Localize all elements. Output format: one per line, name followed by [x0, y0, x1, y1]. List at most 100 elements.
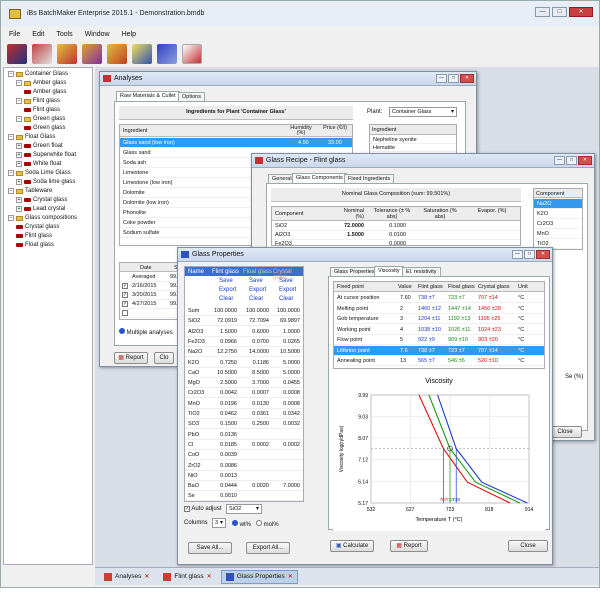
collapse-icon[interactable]: −	[16, 80, 22, 86]
table-row[interactable]: TiO2 0.0462 0.0361 0.0342	[185, 409, 303, 419]
auto-adjust-checkbox[interactable]: ✓ Auto adjust	[184, 506, 221, 512]
tree-node[interactable]: + Green float	[16, 143, 63, 149]
row-checkbox[interactable]	[122, 310, 128, 316]
table-row[interactable]: Melting point 2 1460 ±12 1447 ±14 1456 ±28 °C	[334, 304, 544, 314]
tree-node[interactable]: − Glass compositions	[8, 215, 77, 221]
table-row[interactable]: SiO2 72.0919 72.7094 69.9897	[185, 316, 303, 327]
report-button[interactable]: ▦ Report	[390, 540, 428, 552]
column-clear-link[interactable]: Clear	[249, 296, 263, 302]
table-row[interactable]: Working point 4 1038 ±10 1026 ±11 1024 ±23 °C	[334, 325, 544, 335]
tab-options[interactable]: Options	[178, 92, 205, 101]
table-row[interactable]: Na2O 12.2750 14.0000 10.5000	[185, 347, 303, 358]
table-row[interactable]: NiO 0.0013	[185, 471, 303, 481]
table-row[interactable]: At cursor position 7.60 738 ±7 723 ±7 707 ±1…	[334, 293, 544, 303]
taskbar-item[interactable]: Analyses ✕	[99, 570, 154, 584]
auto-adjust-select[interactable]: SiO2	[226, 504, 262, 514]
column-export-link[interactable]: Export	[219, 287, 236, 293]
tab-viscosity[interactable]: Viscosity	[374, 266, 404, 276]
row-checkbox[interactable]: ✓	[122, 301, 128, 307]
minimize-icon[interactable]: —	[512, 250, 523, 259]
row-checkbox[interactable]: ✓	[122, 283, 128, 289]
tree-node[interactable]: − Flint glass	[16, 98, 60, 104]
close-icon[interactable]: ✕	[578, 156, 592, 165]
tree-node[interactable]: Crystal glass	[16, 224, 59, 230]
close-button[interactable]: Clo	[154, 352, 174, 364]
menu-file[interactable]: File	[9, 31, 20, 38]
table-row[interactable]: MgO 2.5000 3.7000 0.0455	[185, 378, 303, 389]
menu-window[interactable]: Window	[85, 31, 110, 38]
save-all-button[interactable]: Save All...	[188, 542, 232, 554]
table-row[interactable]: BaO 0.0444 0.0020 7.0000	[185, 481, 303, 492]
table-row[interactable]: Annealing point 13 565 ±7 546 ±6 520 ±10 °C	[334, 356, 544, 366]
export-all-button[interactable]: Export All...	[246, 542, 290, 554]
tree-node[interactable]: + White float	[16, 161, 61, 167]
tab-el-resistivity[interactable]: El. resistivity	[402, 267, 441, 276]
menu-help[interactable]: Help	[122, 31, 136, 38]
calculator-icon[interactable]	[132, 44, 152, 64]
table-row[interactable]: Gob temperature 3 1204 ±11 1192 ±13 1195 ±25…	[334, 314, 544, 324]
tree-node[interactable]: − Green glass	[16, 116, 65, 122]
table-row[interactable]: CaO 10.5000 8.5000 5.0000	[185, 368, 303, 378]
taskbar-item[interactable]: Flint glass ✕	[158, 570, 216, 584]
table-row[interactable]: PbO 0.0136	[185, 430, 303, 440]
wt-radio[interactable]: wt%	[232, 520, 251, 528]
close-icon[interactable]: ✕	[460, 74, 474, 83]
minimize-icon[interactable]: —	[554, 156, 565, 165]
raw-materials-icon[interactable]	[57, 44, 77, 64]
expand-icon[interactable]: +	[16, 161, 22, 167]
column-save-link[interactable]: Save	[279, 278, 293, 284]
tree-node[interactable]: Flint glass	[16, 233, 52, 239]
tree-node[interactable]: + Superwhite float	[16, 152, 76, 158]
column-clear-link[interactable]: Clear	[219, 296, 233, 302]
column-export-link[interactable]: Export	[249, 287, 266, 293]
tree-node[interactable]: − Soda Lime Glass	[8, 170, 71, 176]
table-row[interactable]: Fe2O3 0.0000	[272, 240, 520, 245]
expand-icon[interactable]: +	[16, 179, 22, 185]
multiple-analyses-option[interactable]: Multiple analyses	[119, 328, 173, 336]
expand-icon[interactable]: +	[16, 143, 22, 149]
maximize-icon[interactable]: □	[552, 7, 567, 17]
expand-icon[interactable]: +	[16, 197, 22, 203]
expand-icon[interactable]: +	[16, 206, 22, 212]
tree-node[interactable]: − Container Glass	[8, 71, 68, 77]
list-item[interactable]: Cr2O3	[534, 219, 582, 229]
table-row[interactable]: Fe2O3 0.0966 0.0700 0.0265	[185, 337, 303, 347]
close-icon[interactable]: ✕	[288, 573, 293, 580]
table-row[interactable]: CoO 0.0039	[185, 450, 303, 461]
delete-icon[interactable]	[32, 44, 52, 64]
close-icon[interactable]: ✕	[569, 7, 593, 17]
tree-node[interactable]: Flint glass	[24, 107, 60, 113]
minimize-icon[interactable]: —	[436, 74, 447, 83]
close-icon[interactable]: ✕	[207, 573, 212, 580]
close-icon[interactable]: ✕	[536, 250, 550, 259]
column-save-link[interactable]: Save	[249, 278, 263, 284]
maximize-icon[interactable]: □	[448, 74, 459, 83]
close-icon[interactable]: ✕	[144, 573, 149, 580]
tab-raw-materials[interactable]: Raw Materials & Cullet	[116, 91, 180, 101]
list-item[interactable]: Na2O	[534, 199, 582, 209]
table-row[interactable]: Sum 100.0000 100.0000 100.0000	[185, 306, 303, 316]
close-button[interactable]: Close	[548, 426, 582, 438]
tab-fixed-ingredients[interactable]: Fixed Ingredients	[344, 174, 395, 183]
minimize-icon[interactable]: —	[535, 7, 550, 17]
menu-tools[interactable]: Tools	[56, 31, 72, 38]
batch-icon[interactable]	[107, 44, 127, 64]
table-row[interactable]: Flow point 5 922 ±9 909 ±10 903 ±20 °C	[334, 335, 544, 345]
table-row[interactable]: Glass sand (low iron) 4.50 33.00	[120, 138, 352, 148]
menu-edit[interactable]: Edit	[32, 31, 44, 38]
collapse-icon[interactable]: −	[8, 71, 14, 77]
new-database-icon[interactable]	[7, 44, 27, 64]
maximize-icon[interactable]: □	[566, 156, 577, 165]
close-button[interactable]: Close	[508, 540, 548, 552]
collapse-icon[interactable]: −	[16, 116, 22, 122]
properties-icon[interactable]	[157, 44, 177, 64]
table-row[interactable]: Al2O3 1.5000 0.6000 1.0000	[185, 327, 303, 337]
tab-glass-properties[interactable]: Glass Properties	[330, 267, 379, 276]
list-item[interactable]: Hematite	[370, 144, 456, 152]
list-item[interactable]: Nepheline syenite	[370, 136, 456, 144]
list-item[interactable]: K2O	[534, 209, 582, 219]
row-checkbox[interactable]: ✓	[122, 292, 128, 298]
tree-node[interactable]: − Tableware	[8, 188, 52, 194]
tree-node[interactable]: − Amber glass	[16, 80, 66, 86]
tree-node[interactable]: − Float Glass	[8, 134, 55, 140]
